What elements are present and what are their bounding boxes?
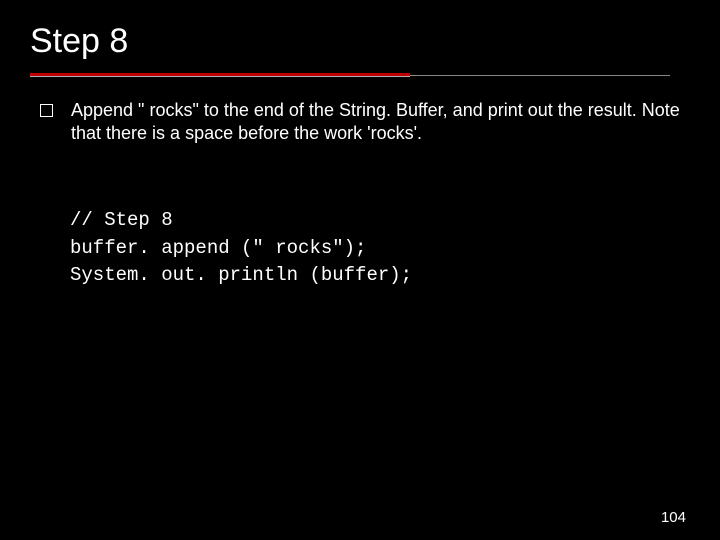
title-underline: [30, 73, 410, 77]
code-line: // Step 8: [70, 209, 173, 231]
page-number: 104: [661, 509, 686, 526]
square-bullet-icon: [40, 104, 53, 117]
slide: Step 8 Append " rocks" to the end of the…: [0, 0, 720, 540]
bullet-text: Append " rocks" to the end of the String…: [71, 99, 680, 145]
code-block: // Step 8 buffer. append (" rocks"); Sys…: [70, 207, 680, 290]
bullet-item: Append " rocks" to the end of the String…: [40, 99, 680, 145]
slide-title: Step 8: [30, 22, 690, 67]
title-area: Step 8: [0, 0, 720, 77]
slide-body: Append " rocks" to the end of the String…: [0, 77, 720, 290]
code-line: System. out. println (buffer);: [70, 264, 412, 286]
code-line: buffer. append (" rocks");: [70, 237, 366, 259]
